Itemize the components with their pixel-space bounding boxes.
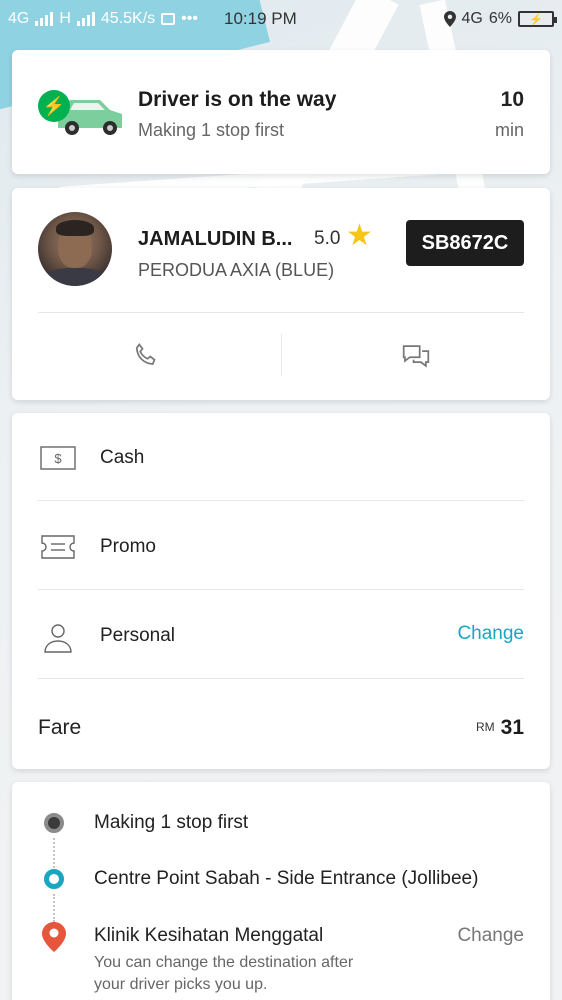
driver-avatar[interactable]: [38, 212, 112, 286]
stop-label: Making 1 stop first: [94, 812, 249, 833]
driver-rating: 5.0: [314, 228, 341, 249]
divider: [38, 500, 524, 501]
fare-currency: RM: [475, 720, 495, 734]
destination-label: Klinik Kesihatan Menggatal: [94, 925, 324, 946]
chat-driver-button[interactable]: [396, 338, 436, 374]
driver-card: JAMALUDIN B... 5.0 ★ PERODUA AXIA (BLUE)…: [12, 188, 550, 400]
call-driver-button[interactable]: [126, 338, 166, 374]
change-profile-link[interactable]: Change: [457, 623, 524, 645]
payment-method-label: Cash: [100, 447, 145, 468]
route-line: [53, 894, 55, 922]
driver-name: JAMALUDIN B...: [138, 228, 293, 250]
route-line: [53, 838, 55, 868]
car-icon: ⚡: [38, 90, 128, 138]
divider: [38, 678, 524, 679]
location-icon: [443, 11, 456, 27]
network-label: 4G: [461, 10, 483, 27]
stop-dot-icon: [44, 813, 64, 833]
more-notifications: •••: [181, 10, 198, 27]
promo-row[interactable]: Promo: [12, 502, 550, 590]
fare-label: Fare: [38, 716, 82, 739]
destination-note: You can change the destination after: [94, 954, 354, 971]
chat-icon: [402, 345, 430, 368]
battery-icon: ⚡: [518, 11, 557, 27]
eta-value: 10: [500, 88, 524, 111]
network-label: H: [59, 10, 71, 27]
svg-text:$: $: [54, 451, 62, 466]
person-icon: [38, 623, 78, 653]
route-card: Making 1 stop first Centre Point Sabah -…: [12, 782, 550, 1000]
ticket-icon: [38, 532, 78, 562]
divider: [281, 334, 282, 376]
pickup-dot-icon: [44, 869, 64, 889]
phone-icon: [135, 343, 156, 365]
network-speed: 45.5K/s: [100, 10, 156, 27]
notification-icon: [161, 13, 176, 25]
trip-status-card[interactable]: ⚡ Driver is on the way Making 1 stop fir…: [12, 50, 550, 174]
change-destination-link[interactable]: Change: [457, 925, 524, 947]
cash-icon: $: [38, 443, 78, 473]
vehicle-info: PERODUA AXIA (BLUE): [138, 260, 335, 280]
star-icon: ★: [346, 219, 373, 252]
profile-label: Personal: [100, 625, 175, 646]
fare-value: 31: [500, 716, 524, 739]
fare-amount: RM 31: [476, 716, 524, 740]
destination-note: your driver picks you up.: [94, 976, 268, 993]
divider: [38, 312, 524, 313]
profile-row: Personal Change: [12, 591, 550, 679]
network-label: 4G: [8, 10, 30, 27]
promo-label: Promo: [100, 536, 156, 557]
payment-method-row[interactable]: $ Cash: [12, 413, 550, 501]
eta-unit: min: [494, 120, 524, 140]
divider: [38, 589, 524, 590]
clock: 10:19 PM: [223, 9, 297, 28]
license-plate: SB8672C: [406, 220, 524, 266]
battery-percent: 6%: [488, 10, 512, 27]
trip-status-subtitle: Making 1 stop first: [138, 120, 285, 140]
lightning-icon: ⚡: [38, 90, 70, 122]
payment-card: $ Cash Promo Personal Change Fare RM 31: [12, 413, 550, 769]
trip-status-title: Driver is on the way: [138, 88, 337, 111]
pickup-label: Centre Point Sabah - Side Entrance (Joll…: [94, 868, 479, 889]
signal-icon: [35, 12, 54, 26]
destination-pin-icon: [42, 922, 66, 952]
signal-icon: [76, 12, 95, 26]
status-bar: 4G H 45.5K/s ••• 10:19 PM 4G 6% ⚡: [0, 0, 562, 38]
